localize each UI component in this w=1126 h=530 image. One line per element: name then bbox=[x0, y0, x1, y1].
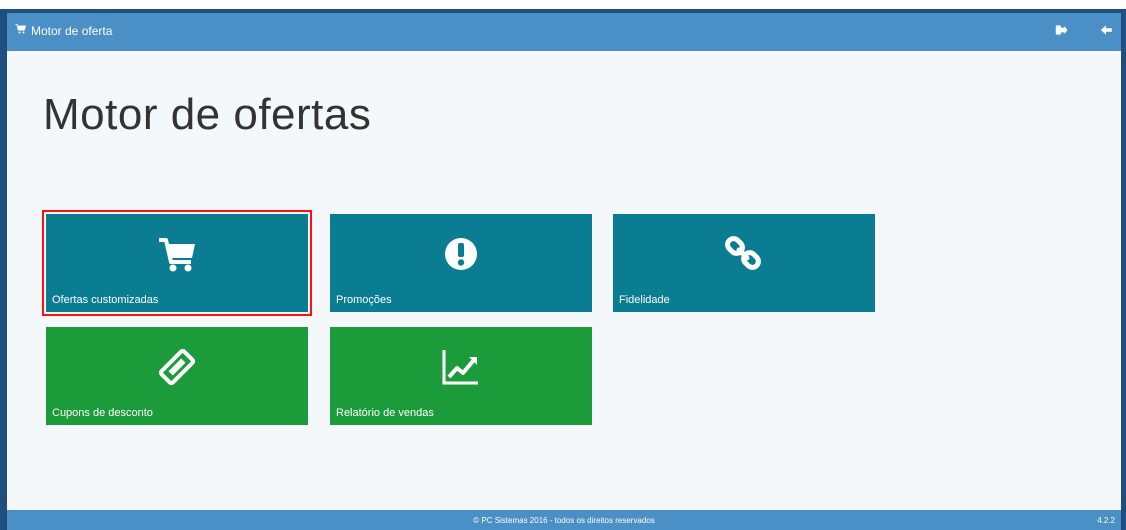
tile-label: Ofertas customizadas bbox=[52, 294, 159, 306]
logout-button[interactable] bbox=[1053, 24, 1069, 40]
tile-cupons-de-desconto[interactable]: Cupons de desconto bbox=[46, 327, 308, 425]
cart-icon bbox=[157, 234, 197, 274]
tile-label: Fidelidade bbox=[619, 294, 670, 306]
window-left-border bbox=[0, 9, 7, 530]
tile-promocoes[interactable]: Promoções bbox=[330, 214, 592, 312]
tile-fidelidade[interactable]: Fidelidade bbox=[613, 214, 875, 312]
footer-copyright: © PC Sistemas 2016 - todos os direitos r… bbox=[473, 516, 655, 525]
app-brand[interactable]: Motor de oferta bbox=[15, 23, 112, 38]
footer: © PC Sistemas 2016 - todos os direitos r… bbox=[7, 510, 1121, 530]
tile-relatorio-de-vendas[interactable]: Relatório de vendas bbox=[330, 327, 592, 425]
exclamation-icon bbox=[441, 234, 481, 274]
window-right-border bbox=[1121, 9, 1126, 530]
ticket-icon bbox=[157, 347, 197, 387]
tile-label: Relatório de vendas bbox=[336, 407, 434, 419]
back-button[interactable] bbox=[1098, 24, 1114, 40]
cart-icon bbox=[15, 23, 27, 38]
tile-label: Promoções bbox=[336, 294, 392, 306]
window-top-margin bbox=[0, 0, 1126, 9]
logout-icon bbox=[1054, 23, 1068, 42]
page-title: Motor de ofertas bbox=[43, 90, 372, 139]
link-icon bbox=[724, 234, 764, 274]
tile-ofertas-customizadas[interactable]: Ofertas customizadas bbox=[42, 210, 312, 316]
tile-label: Cupons de desconto bbox=[52, 407, 153, 419]
app-title: Motor de oferta bbox=[31, 23, 113, 38]
line-chart-icon bbox=[441, 347, 481, 387]
arrow-left-icon bbox=[1099, 23, 1113, 42]
app-version: 4.2.2 bbox=[1097, 516, 1115, 525]
top-navbar: Motor de oferta bbox=[7, 13, 1121, 51]
